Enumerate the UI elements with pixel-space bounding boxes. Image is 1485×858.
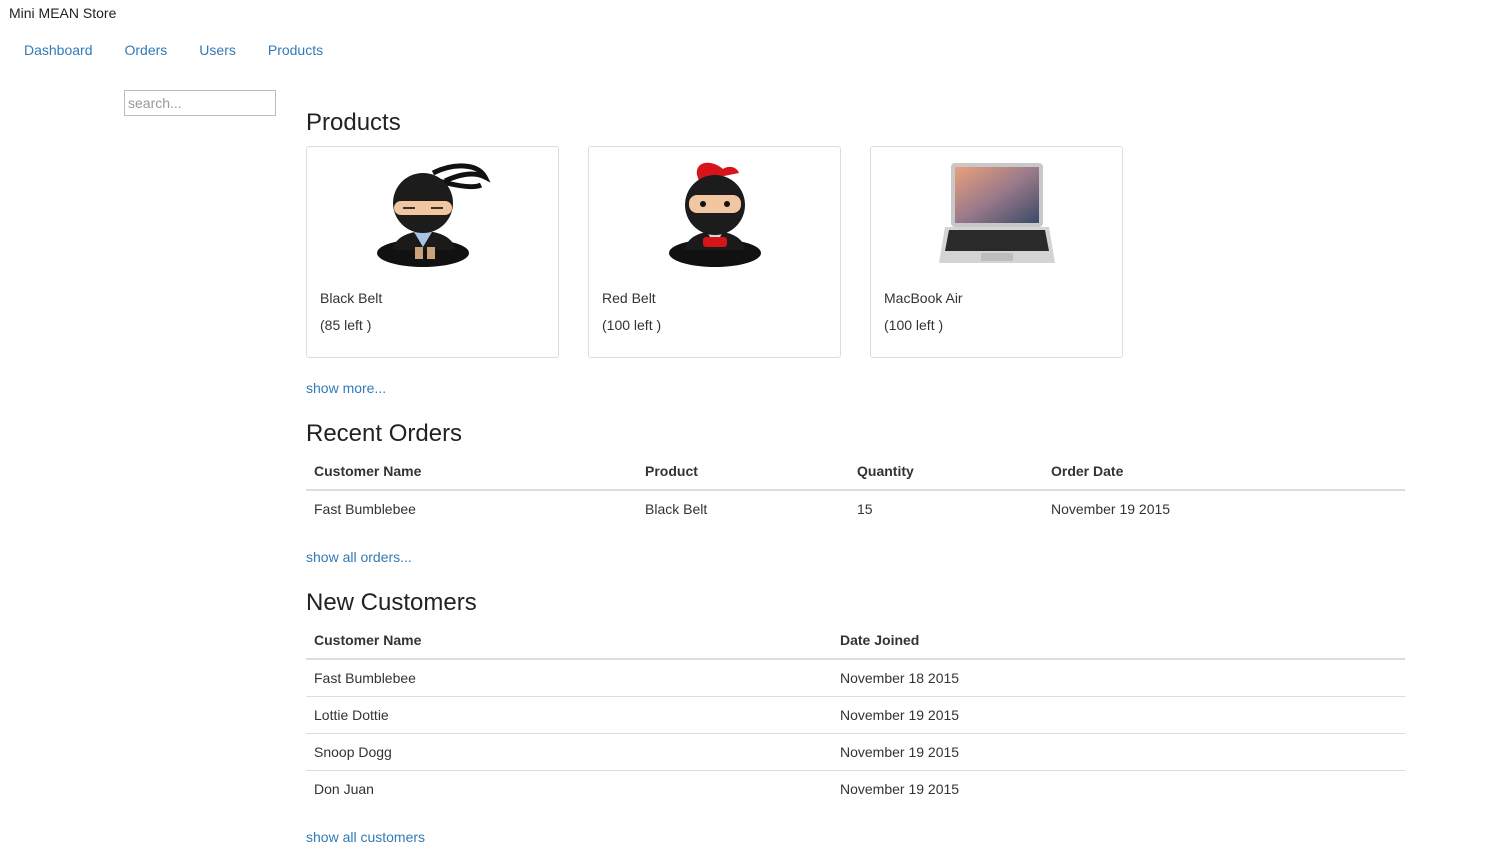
show-all-customers-link[interactable]: show all customers [306,829,1405,845]
product-stock: (85 left ) [320,317,372,333]
column-header: Date Joined [832,632,1405,660]
product-cards: Black Belt (85 left ) Red Belt (100 left [306,146,1405,358]
table-cell: Snoop Dogg [306,733,832,771]
product-card[interactable]: Red Belt (100 left ) [588,146,841,358]
table-row: Fast Bumblebee November 18 2015 [306,659,1405,697]
table-row: Lottie Dottie November 19 2015 [306,696,1405,734]
table-cell: Black Belt [645,501,708,517]
table-row: Snoop Dogg November 19 2015 [306,733,1405,771]
table-cell: November 18 2015 [840,670,960,686]
column-header: Quantity [849,463,1043,491]
column-header: Order Date [1043,463,1405,491]
product-stock: (100 left ) [602,317,662,333]
nav-dashboard[interactable]: Dashboard [24,42,93,58]
table-cell: November 19 2015 [1051,501,1171,517]
product-stock: (100 left ) [884,317,944,333]
product-name: Red Belt [602,290,656,306]
table-cell: Lottie Dottie [306,696,832,734]
red-ninja-icon [655,155,775,270]
black-ninja-icon [373,155,493,270]
nav-products[interactable]: Products [268,42,323,58]
column-header: Product [637,463,849,491]
show-more-products-link[interactable]: show more... [306,380,1405,396]
recent-orders-section: Recent Orders Customer Name Product Quan… [306,419,1405,565]
product-name: MacBook Air [884,290,963,306]
table-cell: November 19 2015 [832,696,1405,734]
product-card[interactable]: MacBook Air (100 left ) [870,146,1123,358]
products-title: Products [306,109,401,136]
laptop-icon [937,155,1057,270]
product-card[interactable]: Black Belt (85 left ) [306,146,559,358]
new-customers-section: New Customers Customer Name Date Joined … [306,588,1405,845]
table-row: Fast Bumblebee Black Belt 15 November 19… [306,490,1405,527]
table-cell: November 19 2015 [832,770,1405,807]
table-cell: 15 [857,501,873,517]
top-nav: Dashboard Orders Users Products [24,42,355,58]
table-cell: November 19 2015 [832,733,1405,771]
show-all-orders-link[interactable]: show all orders... [306,549,1405,565]
app-brand: Mini MEAN Store [9,5,117,21]
column-header: Customer Name [306,632,832,660]
table-cell: Fast Bumblebee [314,501,416,517]
main-content: Products Black Belt (85 left ) Red Belt … [306,108,1405,845]
recent-orders-title: Recent Orders [306,420,463,447]
nav-users[interactable]: Users [199,42,236,58]
nav-orders[interactable]: Orders [125,42,168,58]
table-row: Don Juan November 19 2015 [306,770,1405,807]
table-cell: Fast Bumblebee [314,670,416,686]
column-header: Customer Name [306,463,637,491]
recent-orders-table: Customer Name Product Quantity Order Dat… [306,463,1405,527]
search-input[interactable] [124,90,276,116]
product-name: Black Belt [320,290,383,306]
new-customers-table: Customer Name Date Joined Fast Bumblebee… [306,632,1405,807]
new-customers-title: New Customers [306,589,477,616]
table-cell: Don Juan [306,770,832,807]
